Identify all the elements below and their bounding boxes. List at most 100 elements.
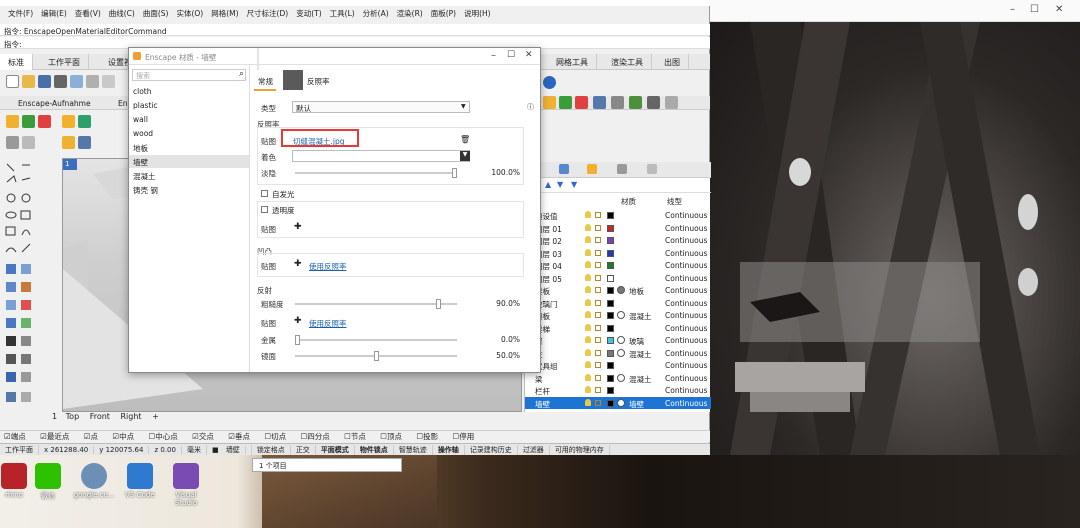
- material-ball-icon[interactable]: [617, 348, 625, 357]
- material-item-wood[interactable]: wood: [129, 127, 249, 140]
- panel-tab-display-icon[interactable]: [617, 164, 627, 174]
- tool-palette-icons[interactable]: [2, 160, 38, 410]
- layer-color-swatch[interactable]: [607, 312, 614, 319]
- layer-color-swatch[interactable]: [607, 212, 614, 219]
- tab-enscape-aufnahme[interactable]: Enscape-Aufnahme: [18, 99, 91, 108]
- status-planar[interactable]: 平面模式: [316, 444, 355, 455]
- enscape-pause-icon[interactable]: [38, 115, 51, 128]
- light-bulb-icon[interactable]: [585, 273, 591, 281]
- lock-icon[interactable]: [595, 274, 601, 281]
- lock-icon[interactable]: [595, 212, 601, 218]
- close-icon[interactable]: ✕: [1055, 4, 1063, 15]
- snap-tan[interactable]: ☐切点: [264, 432, 292, 441]
- layer-row[interactable]: 玻璃门 Continuous: [525, 297, 711, 310]
- roughness-slider-knob[interactable]: [436, 299, 442, 309]
- layer-row[interactable]: 家具组 Continuous: [525, 359, 711, 372]
- layer-color-swatch[interactable]: [607, 249, 614, 257]
- fade-slider-knob[interactable]: [452, 168, 457, 178]
- menu-file[interactable]: 文件(F): [4, 6, 37, 20]
- layer-linetype[interactable]: Continuous: [665, 299, 707, 308]
- transparency-checkbox[interactable]: [261, 206, 268, 213]
- specular-slider-knob[interactable]: [373, 351, 379, 361]
- layer-name[interactable]: 梁: [535, 374, 543, 385]
- layer-linetype[interactable]: Continuous: [665, 224, 707, 233]
- metal-slider[interactable]: [295, 335, 457, 345]
- layer-linetype[interactable]: Continuous: [665, 324, 707, 333]
- menu-mesh[interactable]: 网格(M): [207, 6, 242, 20]
- status-cplane[interactable]: 工作平面: [0, 444, 39, 455]
- lock-icon[interactable]: [595, 374, 601, 381]
- render-capture-icon[interactable]: [611, 96, 624, 109]
- layer-color-swatch[interactable]: [607, 299, 614, 307]
- layer-linetype[interactable]: Continuous: [665, 211, 707, 220]
- layer-name[interactable]: 栏杆: [535, 386, 550, 397]
- light-bulb-icon[interactable]: [585, 286, 591, 293]
- material-item-steel[interactable]: 铸壳 钢: [129, 183, 249, 196]
- layer-row[interactable]: 楼板 地板 Continuous: [525, 284, 711, 297]
- material-item-floor[interactable]: 地板: [129, 141, 249, 154]
- layer-color-swatch[interactable]: [607, 362, 614, 369]
- layer-color-swatch[interactable]: [607, 262, 614, 269]
- layer-row[interactable]: 栏杆 Continuous: [525, 384, 711, 397]
- light-bulb-icon[interactable]: [585, 386, 591, 393]
- lock-icon[interactable]: [595, 349, 601, 356]
- material-ball-icon[interactable]: [617, 398, 625, 407]
- snap-mid[interactable]: ☑中点: [112, 432, 140, 441]
- layer-row[interactable]: 图层 01 Continuous: [525, 222, 711, 235]
- snap-point[interactable]: ☑点: [84, 432, 104, 441]
- snap-knot[interactable]: ☐节点: [344, 432, 372, 441]
- material-ball-icon[interactable]: [617, 311, 625, 319]
- light-bulb-icon[interactable]: [585, 261, 591, 268]
- layer-row[interactable]: 柱混凝土Continuous: [525, 347, 711, 360]
- maximize-icon[interactable]: ☐: [1030, 4, 1039, 15]
- material-item-wall-selected[interactable]: 墙壁: [129, 155, 249, 168]
- light-bulb-icon[interactable]: [585, 336, 591, 343]
- move-up-icon[interactable]: ▲: [545, 180, 551, 189]
- material-item-plastic[interactable]: plastic: [129, 99, 249, 112]
- light-bulb-icon[interactable]: [585, 323, 591, 331]
- reflection-use-albedo-link[interactable]: 使用反照率: [309, 318, 347, 329]
- snap-quad[interactable]: ☐四分点: [301, 432, 336, 441]
- fade-slider[interactable]: [295, 168, 457, 178]
- layer-color-swatch[interactable]: [607, 224, 614, 232]
- menu-panels[interactable]: 面板(P): [427, 6, 460, 20]
- layer-row[interactable]: 墙壁 墙壁 Continuous: [525, 396, 711, 409]
- layer-color-swatch[interactable]: [607, 349, 614, 357]
- lock-icon[interactable]: [595, 337, 601, 343]
- copy-icon[interactable]: [102, 75, 115, 88]
- material-search-input[interactable]: 搜索: [132, 69, 246, 81]
- layer-linetype[interactable]: Continuous: [665, 311, 707, 320]
- desktop-icon-vscode[interactable]: VS Code: [118, 463, 162, 499]
- viewport-tab-number[interactable]: 1: [52, 412, 57, 421]
- layer-material[interactable]: 混凝土: [629, 349, 652, 360]
- viewport-tab-right[interactable]: Right: [120, 412, 141, 421]
- tab-standard[interactable]: 标准: [0, 54, 33, 70]
- enscape-start-icon[interactable]: [6, 115, 19, 128]
- layer-row[interactable]: 图层 05 Continuous: [525, 272, 711, 285]
- lasso-icon[interactable]: [22, 136, 35, 149]
- layer-linetype[interactable]: Continuous: [665, 236, 707, 245]
- snap-perp[interactable]: ☑垂点: [228, 432, 256, 441]
- help-icon[interactable]: [543, 76, 556, 89]
- light-bulb-icon[interactable]: [585, 398, 591, 406]
- enscape-render-window[interactable]: – ☐ ✕: [710, 0, 1080, 455]
- menu-dimension[interactable]: 尺寸标注(D): [243, 6, 293, 20]
- select-icon[interactable]: [6, 136, 19, 149]
- layer-color-swatch[interactable]: [607, 287, 614, 294]
- status-smarttrack[interactable]: 智慧轨迹: [394, 444, 433, 455]
- move-down-icon[interactable]: ▼: [557, 180, 563, 189]
- snap-cen[interactable]: ☐中心点: [149, 432, 184, 441]
- bump-use-albedo-link[interactable]: 使用反照率: [309, 261, 347, 272]
- layer-color-swatch[interactable]: [607, 237, 614, 244]
- render-start-icon[interactable]: [543, 96, 556, 109]
- viewport-tab-top[interactable]: Top: [66, 412, 80, 421]
- render-asset-icon[interactable]: [629, 96, 642, 109]
- tint-dropdown-icon[interactable]: ▼: [460, 151, 470, 161]
- light-bulb-icon[interactable]: [585, 236, 591, 243]
- layer-row[interactable]: 梁 混凝土 Continuous: [525, 372, 711, 385]
- layer-material[interactable]: 混凝土: [629, 311, 652, 322]
- layer-row[interactable]: 楼梯 Continuous: [525, 322, 711, 335]
- light-bulb-icon[interactable]: [585, 223, 591, 231]
- material-ball-icon[interactable]: [617, 286, 625, 294]
- status-grid-snap[interactable]: 锁定格点: [252, 444, 291, 455]
